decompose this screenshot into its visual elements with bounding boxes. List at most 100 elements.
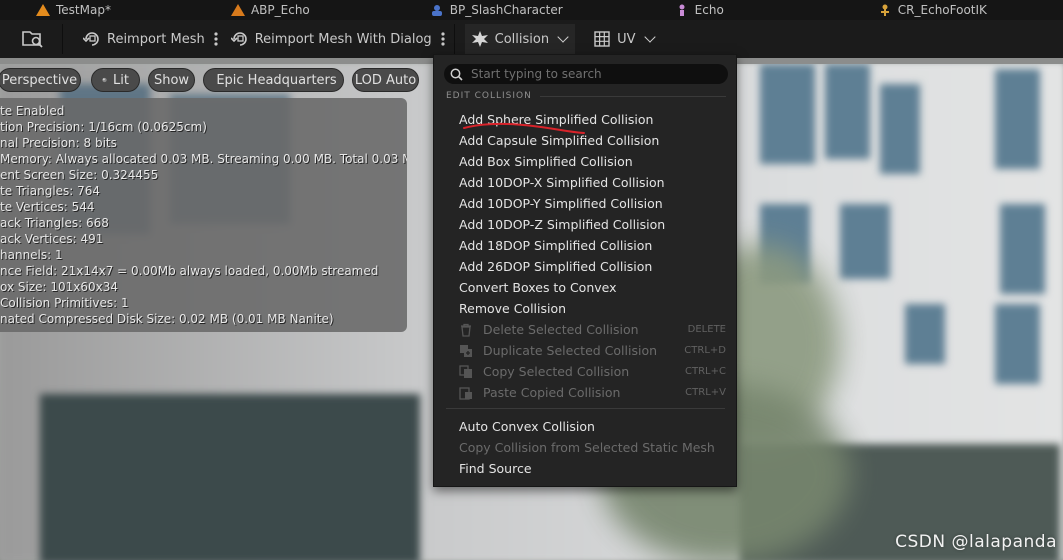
kebab-menu-icon bbox=[214, 32, 218, 46]
menu-item-label: Auto Convex Collision bbox=[459, 419, 595, 434]
perspective-label: Perspective bbox=[1, 72, 78, 88]
stats-line: ack Vertices: 491 bbox=[0, 232, 104, 246]
stats-line: Memory: Always allocated 0.03 MB. Stream… bbox=[0, 152, 407, 166]
menu-item-add-sphere[interactable]: Add Sphere Simplified Collision bbox=[434, 109, 736, 130]
shortcut-label: CTRL+D bbox=[684, 345, 726, 356]
section-title: EDIT COLLISION bbox=[446, 91, 532, 101]
duplicate-icon bbox=[460, 344, 472, 357]
tab-label: Echo bbox=[694, 3, 724, 17]
tab-label: ABP_Echo bbox=[250, 3, 310, 17]
character-icon bbox=[431, 5, 442, 16]
reimport-options-button[interactable] bbox=[211, 29, 221, 49]
stats-line: tion Precision: 1/16cm (0.0625cm) bbox=[0, 120, 207, 134]
shortcut-label: CTRL+C bbox=[685, 366, 726, 377]
paste-icon bbox=[459, 386, 472, 400]
lod-label: LOD Auto bbox=[354, 72, 417, 88]
edit-collision-section-header: EDIT COLLISION bbox=[446, 91, 726, 101]
reimport-icon bbox=[230, 32, 247, 46]
stats-line: te Enabled bbox=[0, 104, 65, 118]
tab-label: CR_EchoFootIK bbox=[897, 3, 987, 17]
browse-asset-button[interactable] bbox=[12, 24, 54, 54]
show-label: Show bbox=[153, 72, 190, 88]
menu-item-label: Find Source bbox=[459, 461, 532, 476]
menu-item-label: Add 26DOP Simplified Collision bbox=[459, 259, 653, 274]
toolbar-separator bbox=[453, 24, 455, 54]
tab-label: TestMap* bbox=[56, 3, 111, 17]
menu-item-label: Copy Collision from Selected Static Mesh bbox=[459, 440, 715, 455]
tab-overflow[interactable] bbox=[0, 0, 4, 20]
menu-item-label: Add Box Simplified Collision bbox=[459, 154, 633, 169]
menu-item-remove-collision[interactable]: Remove Collision bbox=[434, 298, 736, 319]
reimport-mesh-label: Reimport Mesh bbox=[107, 31, 205, 47]
search-icon bbox=[450, 68, 463, 81]
tab-abp-echo[interactable]: ABP_Echo bbox=[221, 0, 320, 20]
building-window bbox=[825, 64, 870, 159]
asset-toolbar: Reimport Mesh Reimport Mesh With Dialog … bbox=[0, 20, 1063, 58]
section-rule bbox=[539, 95, 726, 97]
building-window bbox=[995, 304, 1040, 384]
find-in-browser-icon bbox=[22, 31, 43, 48]
collision-label: Collision bbox=[494, 31, 550, 47]
preview-scene-button[interactable]: Epic Headquarters bbox=[203, 68, 344, 92]
uv-grid-icon bbox=[594, 31, 610, 47]
building-window bbox=[1000, 204, 1045, 294]
menu-search-input[interactable] bbox=[469, 66, 713, 82]
toolbar-separator bbox=[62, 24, 63, 54]
stats-line: te Vertices: 544 bbox=[0, 200, 95, 214]
tab-testmap[interactable]: TestMap* bbox=[26, 0, 121, 20]
collision-dropdown-menu: EDIT COLLISION Add Sphere Simplified Col… bbox=[433, 54, 737, 487]
watermark: CSDN @lalapanda bbox=[895, 532, 1057, 552]
uv-menu-button[interactable]: UV bbox=[587, 24, 661, 54]
menu-item-label: Remove Collision bbox=[459, 301, 567, 316]
lit-sphere-icon bbox=[102, 77, 107, 83]
lit-button[interactable]: Lit bbox=[91, 68, 140, 92]
lod-button[interactable]: LOD Auto bbox=[352, 68, 419, 92]
tab-bp-slashcharacter[interactable]: BP_SlashCharacter bbox=[420, 0, 573, 20]
reimport-mesh-button[interactable]: Reimport Mesh bbox=[77, 24, 211, 54]
menu-item-add-capsule[interactable]: Add Capsule Simplified Collision bbox=[434, 130, 736, 151]
menu-item-label: Copy Selected Collision bbox=[483, 364, 630, 379]
menu-item-duplicate-selected-collision[interactable]: Duplicate Selected Collision CTRL+D bbox=[434, 340, 736, 361]
collision-icon bbox=[471, 31, 488, 47]
menu-item-add-box[interactable]: Add Box Simplified Collision bbox=[434, 151, 736, 172]
menu-item-copy-selected-collision[interactable]: Copy Selected Collision CTRL+C bbox=[434, 361, 736, 382]
menu-item-add-10dop-y[interactable]: Add 10DOP-Y Simplified Collision bbox=[434, 193, 736, 214]
menu-item-copy-collision-from-selected[interactable]: Copy Collision from Selected Static Mesh bbox=[434, 437, 736, 458]
collision-menu-button[interactable]: Collision bbox=[464, 24, 576, 54]
building-window bbox=[905, 304, 945, 364]
menu-item-add-10dop-x[interactable]: Add 10DOP-X Simplified Collision bbox=[434, 172, 736, 193]
menu-item-label: Add 10DOP-Y Simplified Collision bbox=[459, 196, 663, 211]
menu-item-add-18dop[interactable]: Add 18DOP Simplified Collision bbox=[434, 235, 736, 256]
anim-blueprint-icon bbox=[230, 4, 245, 16]
building-window bbox=[995, 69, 1040, 169]
tab-cr-echofootik[interactable]: CR_EchoFootIK bbox=[868, 0, 997, 20]
menu-item-convert-boxes-to-convex[interactable]: Convert Boxes to Convex bbox=[434, 277, 736, 298]
menu-item-delete-selected-collision[interactable]: Delete Selected Collision DELETE bbox=[434, 319, 736, 340]
reimport-mesh-with-dialog-button[interactable]: Reimport Mesh With Dialog bbox=[225, 24, 438, 54]
tab-label: BP_SlashCharacter bbox=[449, 3, 563, 17]
menu-item-paste-copied-collision[interactable]: Paste Copied Collision CTRL+V bbox=[434, 382, 736, 403]
stats-line: ox Size: 101x60x34 bbox=[0, 280, 119, 294]
menu-item-add-26dop[interactable]: Add 26DOP Simplified Collision bbox=[434, 256, 736, 277]
document-tab-bar: TestMap* ABP_Echo BP_SlashCharacter Echo… bbox=[0, 0, 1063, 20]
mesh-stats-overlay: te Enabled tion Precision: 1/16cm (0.062… bbox=[0, 98, 407, 332]
stats-line: ack Triangles: 668 bbox=[0, 216, 109, 230]
stats-line: nal Precision: 8 bits bbox=[0, 136, 117, 150]
reimport-dialog-options-button[interactable] bbox=[438, 29, 448, 49]
menu-item-auto-convex-collision[interactable]: Auto Convex Collision bbox=[434, 416, 736, 437]
stats-line: Collision Primitives: 1 bbox=[0, 296, 129, 310]
lower-window-row bbox=[40, 394, 420, 560]
show-button[interactable]: Show bbox=[148, 68, 195, 92]
reimport-mesh-with-dialog-label: Reimport Mesh With Dialog bbox=[254, 31, 432, 47]
menu-item-label: Add Capsule Simplified Collision bbox=[459, 133, 660, 148]
menu-item-label: Duplicate Selected Collision bbox=[483, 343, 658, 358]
uv-label: UV bbox=[617, 31, 636, 47]
menu-item-add-10dop-z[interactable]: Add 10DOP-Z Simplified Collision bbox=[434, 214, 736, 235]
building-window bbox=[880, 84, 920, 174]
kebab-menu-icon bbox=[441, 32, 445, 46]
menu-item-find-source[interactable]: Find Source bbox=[434, 458, 736, 479]
stats-line: te Triangles: 764 bbox=[0, 184, 101, 198]
menu-search-box[interactable] bbox=[444, 64, 728, 84]
perspective-button[interactable]: Perspective bbox=[0, 68, 81, 92]
tab-echo[interactable]: Echo bbox=[665, 0, 734, 20]
